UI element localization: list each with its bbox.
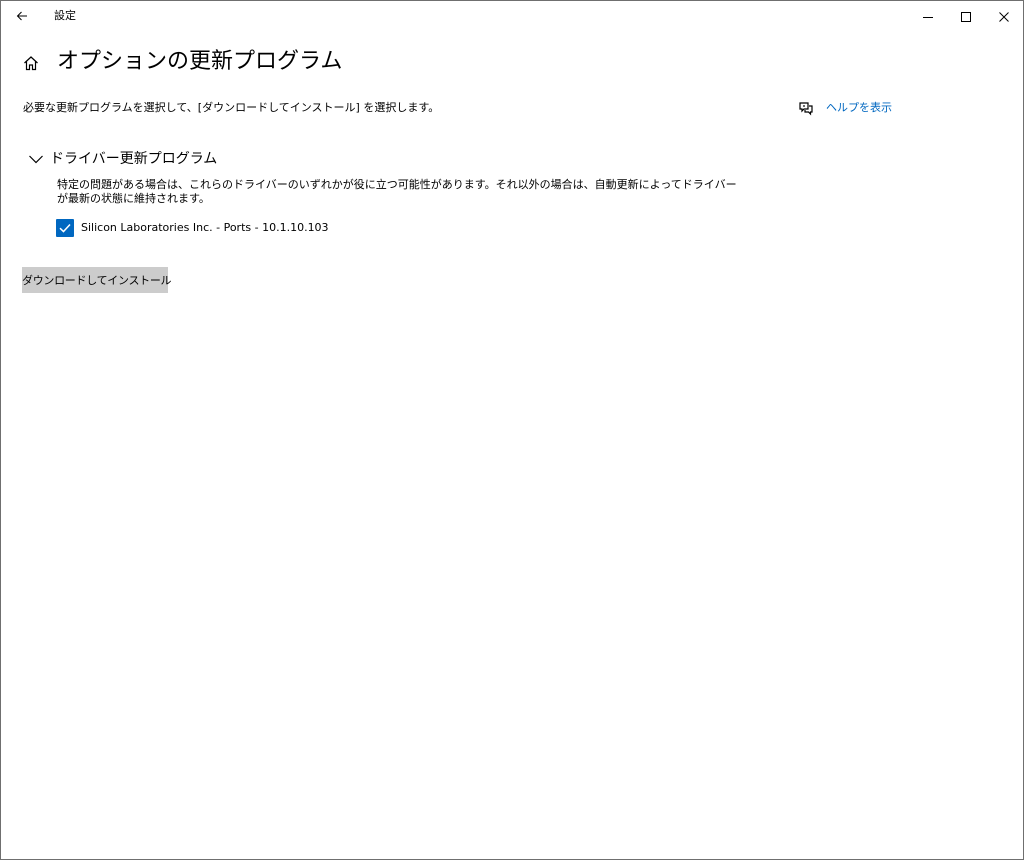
back-button[interactable] [7,3,37,29]
download-install-button[interactable]: ダウンロードしてインストール [22,267,172,293]
driver-updates-description: 特定の問題がある場合は、これらのドライバーのいずれかが役に立つ可能性があります。… [57,178,737,205]
page-description: 必要な更新プログラムを選択して、[ダウンロードしてインストール] を選択します。 [23,101,440,114]
minimize-icon [923,7,933,26]
driver-item[interactable]: Silicon Laboratories Inc. - Ports - 10.1… [56,219,329,237]
maximize-icon [961,7,971,26]
help-link[interactable]: ヘルプを表示 [798,100,892,116]
maximize-button[interactable] [947,1,985,31]
checkmark-icon [59,223,71,233]
driver-updates-title: ドライバー更新プログラム [50,151,218,167]
app-title: 設定 [54,9,76,22]
close-icon [999,7,1009,26]
chevron-down-icon [27,150,45,168]
driver-item-label: Silicon Laboratories Inc. - Ports - 10.1… [81,221,329,234]
help-link-label: ヘルプを表示 [826,101,892,114]
home-icon[interactable] [21,53,41,73]
arrow-left-icon [16,7,28,26]
close-button[interactable] [985,1,1023,31]
chat-help-icon [798,100,814,116]
page-title: オプションの更新プログラム [57,49,343,74]
title-bar: 設定 [1,1,1023,31]
driver-updates-toggle[interactable]: ドライバー更新プログラム [27,149,217,169]
settings-window: 設定 オプションの更新プログラム 必要な更新プログラムを選択して、[ダウンロード… [0,0,1024,860]
minimize-button[interactable] [909,1,947,31]
driver-checkbox[interactable] [56,219,74,237]
